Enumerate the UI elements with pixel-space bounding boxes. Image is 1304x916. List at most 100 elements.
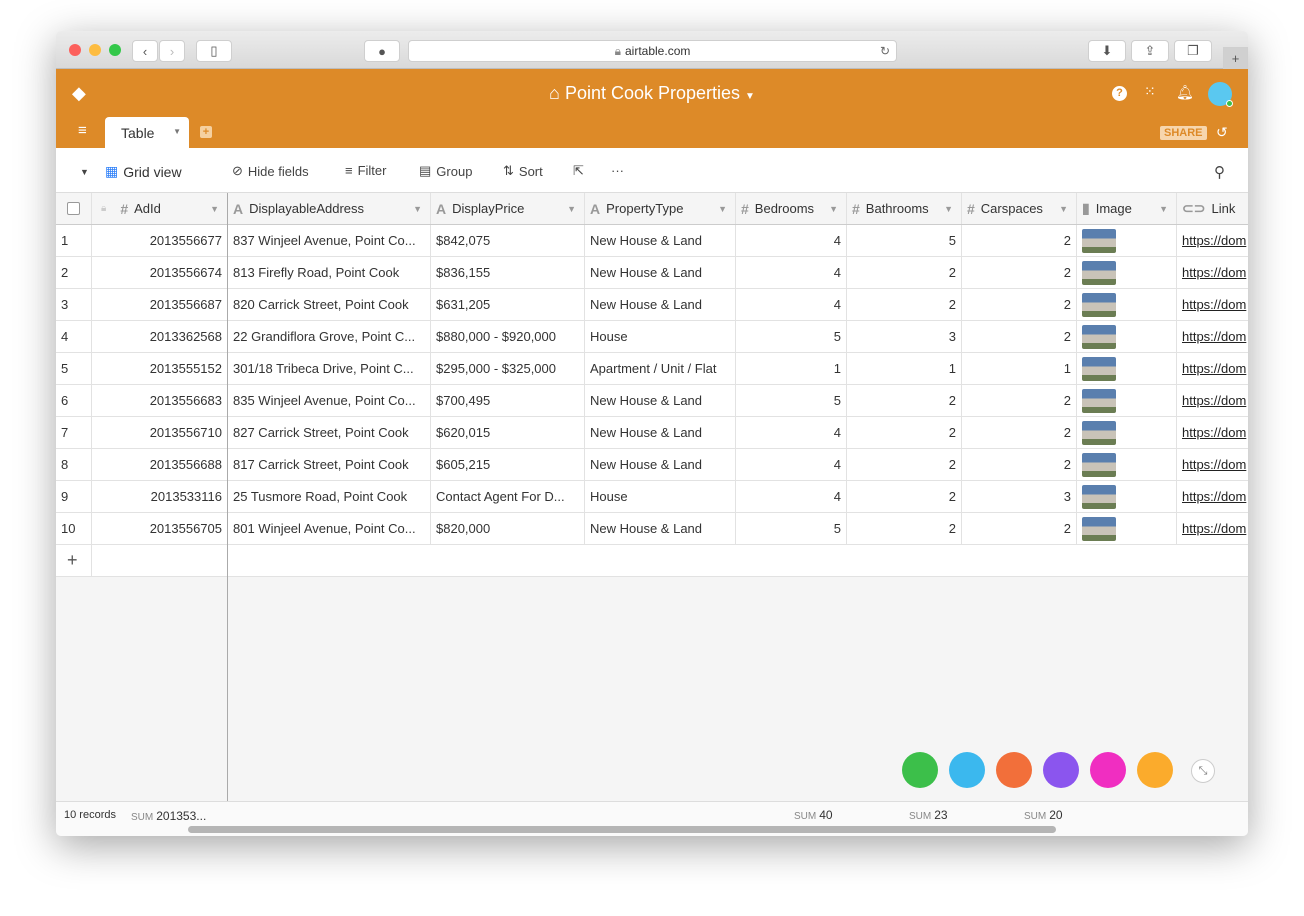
bed-cell[interactable]: 4 xyxy=(736,449,847,480)
image-cell[interactable] xyxy=(1077,417,1177,448)
price-cell[interactable]: $836,155 xyxy=(431,257,585,288)
caret-down-icon[interactable]: ▼ xyxy=(413,204,422,214)
image-cell[interactable] xyxy=(1077,225,1177,256)
bath-cell[interactable]: 2 xyxy=(847,289,962,320)
price-cell[interactable]: $842,075 xyxy=(431,225,585,256)
blue-app-icon[interactable] xyxy=(949,752,985,788)
menu-icon[interactable]: ≡ xyxy=(78,122,87,139)
bath-cell[interactable]: 3 xyxy=(847,321,962,352)
table-row[interactable]: 10 2013556705 801 Winjeel Avenue, Point Co… xyxy=(56,513,1248,545)
caret-down-icon[interactable]: ▼ xyxy=(210,204,219,214)
link-cell[interactable]: https://dom xyxy=(1177,481,1248,512)
filter-button[interactable]: ≡ Filter xyxy=(345,163,386,178)
car-cell[interactable]: 2 xyxy=(962,417,1077,448)
price-cell[interactable]: $880,000 - $920,000 xyxy=(431,321,585,352)
table-row[interactable]: 6 2013556683 835 Winjeel Avenue, Point Co.… xyxy=(56,385,1248,417)
table-row[interactable]: 8 2013556688 817 Carrick Street, Point Coo… xyxy=(56,449,1248,481)
table-row[interactable]: 9 2013533116 25 Tusmore Road, Point Cook Co… xyxy=(56,481,1248,513)
purple-app-icon[interactable] xyxy=(1043,752,1079,788)
bed-cell[interactable]: 4 xyxy=(736,225,847,256)
add-record-button[interactable]: + xyxy=(56,545,92,576)
price-cell[interactable]: Contact Agent For D... xyxy=(431,481,585,512)
type-cell[interactable]: New House & Land xyxy=(585,385,736,416)
caret-down-icon[interactable]: ▼ xyxy=(1159,204,1168,214)
address-bar[interactable]: 🔒︎ airtable.com ↻ xyxy=(408,40,897,62)
id-cell[interactable]: 2013556710 xyxy=(92,417,228,448)
hide-fields-button[interactable]: ⊘ Hide fields xyxy=(232,163,309,179)
share-button[interactable]: SHARE xyxy=(1160,126,1207,140)
bed-cell[interactable]: 4 xyxy=(736,257,847,288)
id-cell[interactable]: 2013533116 xyxy=(92,481,228,512)
addr-cell[interactable]: 827 Carrick Street, Point Cook xyxy=(228,417,431,448)
property-thumbnail[interactable] xyxy=(1082,420,1116,445)
type-cell[interactable]: New House & Land xyxy=(585,289,736,320)
type-cell[interactable]: House xyxy=(585,481,736,512)
column-header-adid[interactable]: 🔒︎ # AdId ▼ xyxy=(92,193,228,224)
bath-cell[interactable]: 2 xyxy=(847,513,962,544)
id-cell[interactable]: 2013556705 xyxy=(92,513,228,544)
image-cell[interactable] xyxy=(1077,321,1177,352)
id-cell[interactable]: 2013556683 xyxy=(92,385,228,416)
image-cell[interactable] xyxy=(1077,385,1177,416)
id-cell[interactable]: 2013556688 xyxy=(92,449,228,480)
addr-cell[interactable]: 817 Carrick Street, Point Cook xyxy=(228,449,431,480)
table-row[interactable]: 2 2013556674 813 Firefly Road, Point Cook $… xyxy=(56,257,1248,289)
car-cell[interactable]: 2 xyxy=(962,449,1077,480)
table-row[interactable]: 1 2013556677 837 Winjeel Avenue, Point Co.… xyxy=(56,225,1248,257)
column-header-bedrooms[interactable]: # Bedrooms ▼ xyxy=(736,193,847,224)
id-cell[interactable]: 2013556674 xyxy=(92,257,228,288)
bath-cell[interactable]: 2 xyxy=(847,385,962,416)
select-all-checkbox[interactable] xyxy=(56,193,92,224)
table-row[interactable]: 4 2013362568 22 Grandiflora Grove, Point C… xyxy=(56,321,1248,353)
price-cell[interactable]: $631,205 xyxy=(431,289,585,320)
price-cell[interactable]: $620,015 xyxy=(431,417,585,448)
back-button[interactable]: ‹ xyxy=(132,40,158,62)
help-icon[interactable]: ? xyxy=(1112,86,1127,101)
more-icon[interactable]: ··· xyxy=(611,163,624,178)
base-title[interactable]: ⌂ Point Cook Properties ▼ xyxy=(56,83,1248,104)
bed-cell[interactable]: 1 xyxy=(736,353,847,384)
table-row[interactable]: 3 2013556687 820 Carrick Street, Point Coo… xyxy=(56,289,1248,321)
sum-bathrooms[interactable]: SUM 23 xyxy=(909,808,948,822)
car-cell[interactable]: 1 xyxy=(962,353,1077,384)
pink-app-icon[interactable] xyxy=(1090,752,1126,788)
search-icon[interactable]: ⚲ xyxy=(1214,163,1225,181)
addr-cell[interactable]: 837 Winjeel Avenue, Point Co... xyxy=(228,225,431,256)
car-cell[interactable]: 2 xyxy=(962,225,1077,256)
car-cell[interactable]: 2 xyxy=(962,385,1077,416)
bed-cell[interactable]: 5 xyxy=(736,321,847,352)
type-cell[interactable]: New House & Land xyxy=(585,225,736,256)
property-thumbnail[interactable] xyxy=(1082,356,1116,381)
history-icon[interactable]: ↺ xyxy=(1216,124,1228,141)
addr-cell[interactable]: 25 Tusmore Road, Point Cook xyxy=(228,481,431,512)
column-header-displayprice[interactable]: A DisplayPrice ▼ xyxy=(431,193,585,224)
column-header-displayableaddress[interactable]: A DisplayableAddress ▼ xyxy=(228,193,431,224)
add-table-icon[interactable]: + xyxy=(200,126,212,138)
bed-cell[interactable]: 4 xyxy=(736,289,847,320)
bath-cell[interactable]: 1 xyxy=(847,353,962,384)
download-icon[interactable]: ⬇ xyxy=(1088,40,1126,62)
addr-cell[interactable]: 835 Winjeel Avenue, Point Co... xyxy=(228,385,431,416)
more-app-icon[interactable] xyxy=(1137,752,1173,788)
property-thumbnail[interactable] xyxy=(1082,484,1116,509)
zoom-button[interactable] xyxy=(109,44,121,56)
caret-down-icon[interactable]: ▼ xyxy=(829,204,838,214)
addr-cell[interactable]: 301/18 Tribeca Drive, Point C... xyxy=(228,353,431,384)
car-cell[interactable]: 2 xyxy=(962,257,1077,288)
column-header-image[interactable]: ▮ Image ▼ xyxy=(1077,193,1177,224)
caret-down-icon[interactable]: ▼ xyxy=(567,204,576,214)
property-thumbnail[interactable] xyxy=(1082,292,1116,317)
bath-cell[interactable]: 2 xyxy=(847,417,962,448)
minimize-button[interactable] xyxy=(89,44,101,56)
caret-down-icon[interactable]: ▼ xyxy=(1059,204,1068,214)
type-cell[interactable]: Apartment / Unit / Flat xyxy=(585,353,736,384)
car-cell[interactable]: 3 xyxy=(962,481,1077,512)
property-thumbnail[interactable] xyxy=(1082,452,1116,477)
reload-icon[interactable]: ↻ xyxy=(880,44,890,58)
addr-cell[interactable]: 820 Carrick Street, Point Cook xyxy=(228,289,431,320)
link-cell[interactable]: https://dom xyxy=(1177,385,1248,416)
caret-down-icon[interactable]: ▼ xyxy=(718,204,727,214)
sum-carspaces[interactable]: SUM 20 xyxy=(1024,808,1063,822)
car-cell[interactable]: 2 xyxy=(962,513,1077,544)
avatar[interactable] xyxy=(1208,82,1233,107)
